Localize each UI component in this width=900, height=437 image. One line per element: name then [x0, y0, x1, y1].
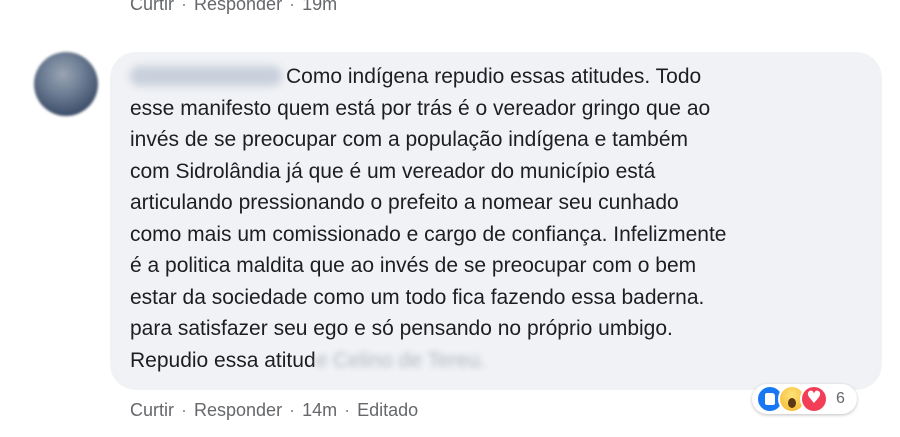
edited-label[interactable]: Editado: [357, 400, 418, 421]
separator: ·: [344, 400, 351, 420]
comment-line: estar da sociedade como um todo fica faz…: [130, 285, 705, 309]
previous-comment-actions: Curtir · Responder · 19m: [130, 0, 337, 15]
comment-text: Repudio essa atitud: [130, 348, 316, 372]
comment-line: invés de se preocupar com a população in…: [130, 128, 689, 151]
love-icon: [800, 385, 828, 413]
reactions-summary[interactable]: 6: [752, 384, 857, 414]
reply-link[interactable]: Responder: [194, 0, 282, 15]
author-name[interactable]: [130, 66, 282, 86]
separator: ·: [181, 0, 187, 14]
separator: ·: [289, 0, 296, 14]
comment-text: Como indígena repudio essas atitudes. To…: [286, 65, 702, 88]
comment-line: para satisfazer seu ego e só pensando no…: [130, 317, 673, 340]
comment-line: como mais um comissionado e cargo de con…: [130, 222, 727, 246]
comment-body: Como indígena repudio essas atitudes. To…: [130, 61, 870, 376]
comment-line: é a politica maldita que ao invés de se …: [130, 254, 697, 277]
timestamp[interactable]: 19m: [302, 0, 337, 15]
like-link[interactable]: Curtir: [130, 400, 174, 421]
comment-line: esse manifesto quem está por trás é o ve…: [130, 96, 711, 120]
comment-line: com Sidrolândia já que é um vereador do …: [130, 159, 656, 183]
comment-line: articulando pressionando o prefeito a no…: [130, 191, 679, 214]
separator: ·: [289, 400, 296, 420]
timestamp[interactable]: 14m: [302, 400, 337, 421]
like-link[interactable]: Curtir: [130, 0, 174, 15]
comment-line: Repudio essa atitude Celino de Tereu.: [130, 345, 870, 377]
comment-actions: Curtir · Responder · 14m · Editado: [130, 400, 418, 421]
reply-link[interactable]: Responder: [194, 400, 282, 421]
blurred-name: e Celino de Tereu.: [315, 348, 486, 372]
separator: ·: [181, 400, 187, 420]
avatar[interactable]: [34, 52, 98, 116]
comment-line: Como indígena repudio essas atitudes. To…: [130, 61, 870, 93]
reaction-count: 6: [836, 390, 845, 407]
